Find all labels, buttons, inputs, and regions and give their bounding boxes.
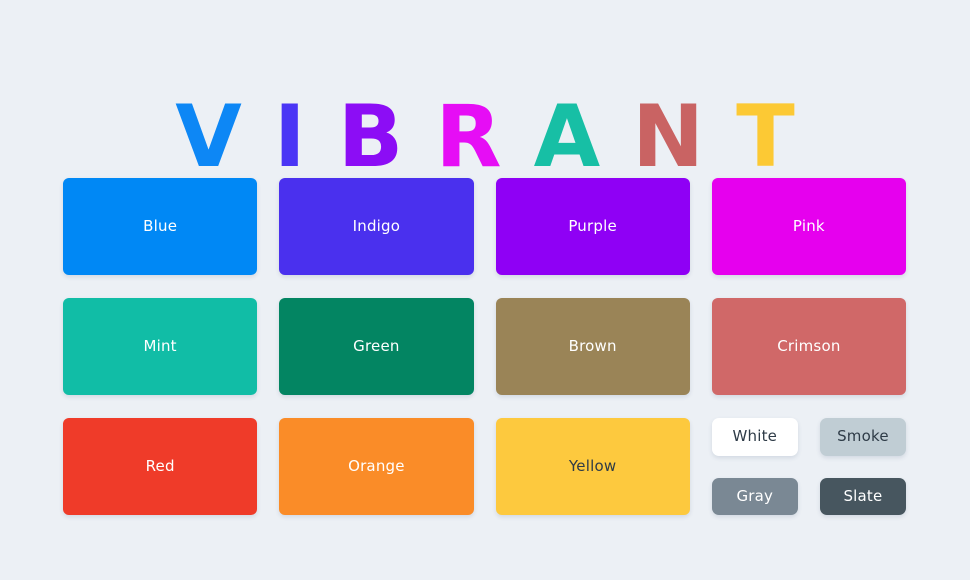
color-swatch-grid: Blue Indigo Purple Pink Mint Green Brown…	[63, 178, 906, 515]
swatch-card-yellow[interactable]: Yellow	[496, 418, 690, 515]
swatch-label: Gray	[736, 489, 773, 504]
swatch-card-blue[interactable]: Blue	[63, 178, 257, 275]
swatch-card-crimson[interactable]: Crimson	[712, 298, 906, 395]
swatch-label: Mint	[143, 339, 176, 354]
swatch-chip-smoke[interactable]: Smoke	[820, 418, 906, 456]
swatch-card-indigo[interactable]: Indigo	[279, 178, 473, 275]
swatch-label: Red	[146, 459, 175, 474]
swatch-label: Purple	[568, 219, 617, 234]
swatch-chip-slate[interactable]: Slate	[820, 478, 906, 516]
title-letter-a: A	[534, 94, 601, 180]
swatch-card-orange[interactable]: Orange	[279, 418, 473, 515]
swatch-card-purple[interactable]: Purple	[496, 178, 690, 275]
swatch-card-brown[interactable]: Brown	[496, 298, 690, 395]
swatch-card-mint[interactable]: Mint	[63, 298, 257, 395]
swatch-label: Slate	[843, 489, 882, 504]
swatch-card-green[interactable]: Green	[279, 298, 473, 395]
neutral-swatch-group: White Smoke Gray Slate	[712, 418, 906, 515]
title-letter-i: I	[274, 94, 306, 180]
swatch-label: White	[733, 429, 778, 444]
swatch-label: Pink	[793, 219, 825, 234]
swatch-label: Orange	[348, 459, 405, 474]
title-letter-b: B	[338, 94, 404, 180]
swatch-label: Blue	[143, 219, 177, 234]
title-letter-t: T	[736, 94, 795, 180]
title-letter-r: R	[435, 94, 501, 180]
title-letter-n: N	[632, 94, 704, 180]
swatch-label: Smoke	[837, 429, 889, 444]
swatch-chip-white[interactable]: White	[712, 418, 798, 456]
swatch-label: Green	[353, 339, 399, 354]
title-letter-v: V	[175, 94, 242, 180]
swatch-card-red[interactable]: Red	[63, 418, 257, 515]
swatch-label: Yellow	[569, 459, 616, 474]
swatch-label: Brown	[569, 339, 617, 354]
palette-page: VIBRANT Blue Indigo Purple Pink Mint Gre…	[0, 0, 970, 580]
page-title: VIBRANT	[0, 94, 970, 180]
swatch-label: Crimson	[777, 339, 840, 354]
swatch-chip-gray[interactable]: Gray	[712, 478, 798, 516]
swatch-card-pink[interactable]: Pink	[712, 178, 906, 275]
swatch-label: Indigo	[353, 219, 401, 234]
